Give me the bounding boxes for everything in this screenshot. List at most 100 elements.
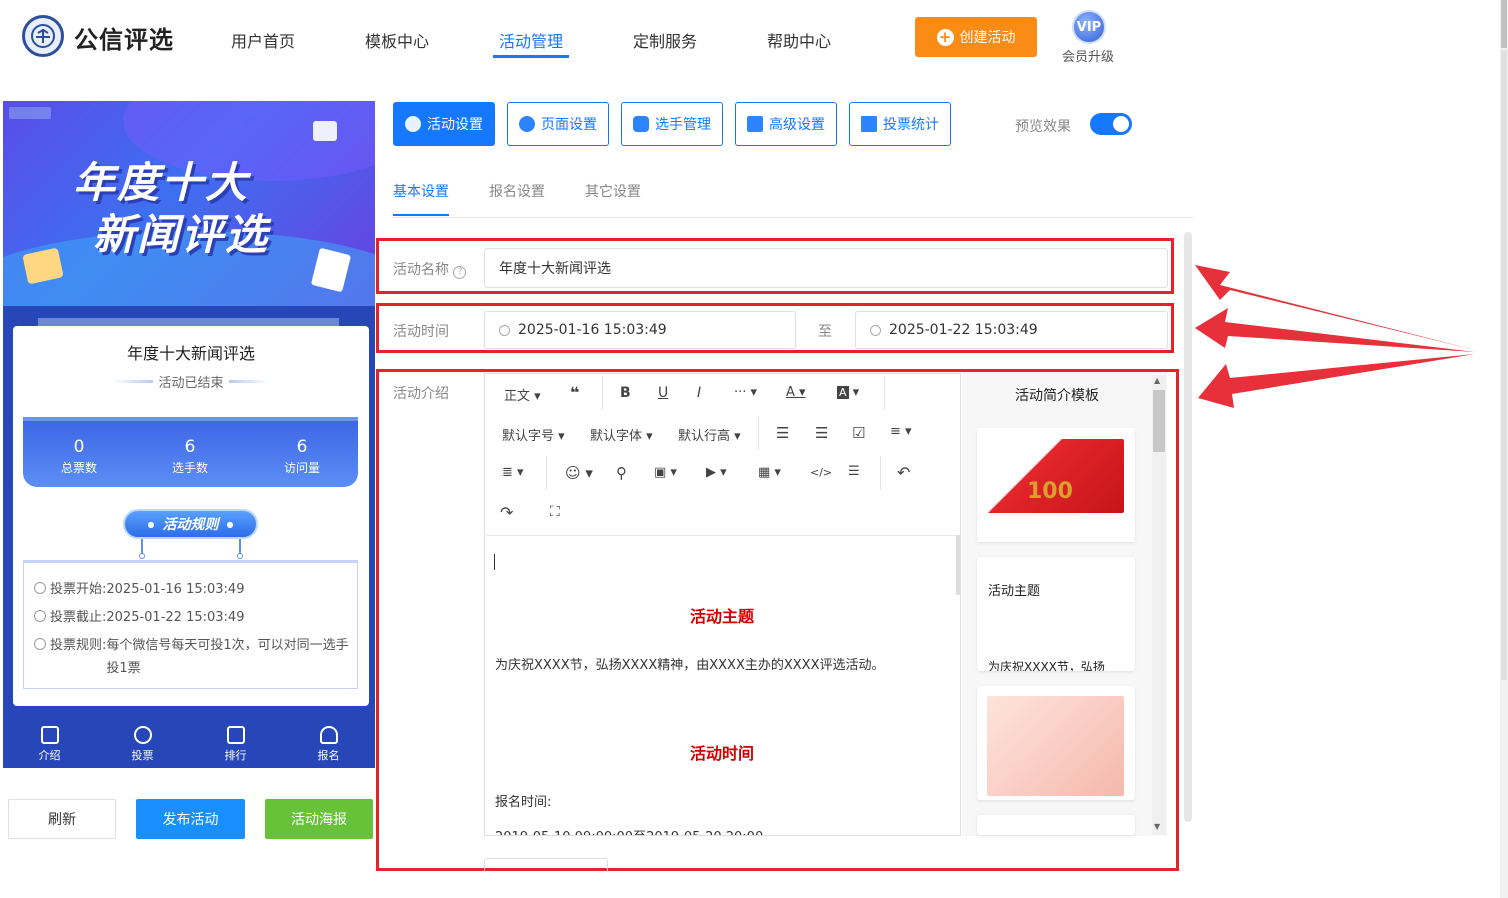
quote-icon[interactable]: ❝: [570, 383, 579, 402]
top-header: 公信评选 用户首页 模板中心 活动管理 定制服务 帮助中心 + 创建活动 VIP…: [0, 0, 1500, 80]
link-icon[interactable]: ⚲: [616, 464, 627, 482]
font-size-dropdown[interactable]: 默认字号 ▾: [502, 425, 565, 444]
redo-icon[interactable]: ↷: [500, 503, 513, 522]
help-icon: ?: [453, 266, 467, 279]
nav-home[interactable]: 用户首页: [231, 28, 295, 52]
page-scrollbar-thumb[interactable]: [1501, 0, 1507, 48]
activity-intro-label: 活动介绍: [393, 386, 449, 402]
font-color-icon[interactable]: A ▾: [786, 385, 806, 400]
preview-effect-label: 预览效果: [1015, 119, 1071, 135]
activity-rules-button[interactable]: ● 活动规则 ●: [123, 509, 258, 539]
nav-activity-management[interactable]: 活动管理: [499, 28, 563, 52]
template-card-1[interactable]: 100: [977, 428, 1135, 542]
banner-title-line2: 新闻评选: [93, 210, 270, 259]
phone-nav-ranking[interactable]: 排行: [189, 720, 282, 768]
font-family-dropdown[interactable]: 默认字体 ▾: [590, 425, 653, 444]
rule-vote-rule: 投票规则: 每个微信号每天可投1次，可以对同一选手投1票: [34, 634, 352, 680]
users-icon: [633, 116, 649, 132]
sliders-icon: [747, 116, 763, 132]
logo-icon[interactable]: [22, 15, 64, 57]
video-icon[interactable]: ▶ ▾: [706, 465, 727, 480]
clock-icon: [870, 324, 881, 336]
nav-custom-service[interactable]: 定制服务: [633, 28, 697, 52]
template-card-2-text: 为庆祝XXXX节，弘扬: [988, 660, 1105, 671]
activity-poster-button[interactable]: 活动海报: [265, 799, 373, 839]
more-icon[interactable]: ··· ▾: [734, 385, 757, 400]
template-card-4[interactable]: [977, 815, 1135, 835]
underline-icon[interactable]: U: [658, 385, 668, 401]
banner-blur-tag: [9, 107, 51, 119]
vip-icon[interactable]: VIP: [1072, 10, 1106, 44]
editor-content-area[interactable]: 活动主题 为庆祝XXXX节，弘扬XXXX精神，由XXXX主办的XXXX评选活动。…: [486, 535, 958, 835]
start-time-input[interactable]: 2025-01-16 15:03:49: [484, 311, 796, 349]
bulleted-list-icon[interactable]: ☰: [776, 424, 789, 442]
bar-chart-icon: [861, 116, 877, 132]
annotation-arrows: [1195, 265, 1475, 408]
content-signup-time-value: 2019-05-10 09:00:00至2019-05-20 20:00: [495, 826, 763, 835]
star-icon: [405, 116, 421, 132]
todo-list-icon[interactable]: ☑: [852, 424, 865, 442]
tab-contestant-management[interactable]: 选手管理: [621, 102, 723, 146]
page-scrollbar-track-segment: [1501, 50, 1507, 680]
bold-icon[interactable]: B: [620, 385, 631, 401]
template-panel-scrollbar-thumb[interactable]: [1153, 390, 1165, 452]
phone-nav-vote[interactable]: 投票: [96, 720, 189, 768]
vote-icon: [133, 725, 152, 744]
table-icon[interactable]: ▦ ▾: [758, 465, 781, 480]
italic-icon[interactable]: I: [697, 385, 701, 401]
phone-nav-signup[interactable]: 报名: [282, 720, 375, 768]
clock-icon: [34, 610, 46, 622]
tab-vote-statistics[interactable]: 投票统计: [849, 102, 951, 146]
line-height-dropdown[interactable]: 默认行高 ▾: [678, 425, 741, 444]
rules-box: 投票开始:2025-01-16 15:03:49 投票截止:2025-01-22…: [23, 560, 358, 689]
paragraph-format-dropdown[interactable]: 正文 ▾: [504, 385, 541, 404]
create-activity-label: 创建活动: [959, 30, 1016, 46]
template-panel-title: 活动简介模板: [1015, 388, 1099, 404]
emoji-icon[interactable]: ☺ ▾: [565, 464, 593, 482]
next-field-input-partial[interactable]: [484, 858, 608, 872]
image-icon[interactable]: ▣ ▾: [654, 465, 677, 480]
phone-nav-intro[interactable]: 介绍: [3, 720, 96, 768]
scroll-up-icon[interactable]: ▲: [1154, 376, 1160, 385]
vip-upgrade-label[interactable]: 会员升级: [1062, 46, 1114, 65]
fullscreen-icon[interactable]: ⛶: [550, 504, 560, 520]
stat-total-votes: 0 总票数: [60, 437, 97, 475]
video-sticker-icon: [313, 121, 337, 141]
undo-icon[interactable]: ↶: [897, 463, 910, 482]
tab-page-settings[interactable]: 页面设置: [507, 102, 609, 146]
toolbar-separator: [884, 376, 885, 410]
subtab-active-underline: [393, 214, 449, 216]
end-time-input[interactable]: 2025-01-22 15:03:49: [855, 311, 1168, 349]
indent-icon[interactable]: ≣ ▾: [502, 465, 524, 480]
template-card-3[interactable]: [977, 686, 1135, 800]
user-icon: [319, 725, 338, 744]
nav-templates[interactable]: 模板中心: [365, 28, 429, 52]
template-card-2[interactable]: 活动主题 为庆祝XXXX节，弘扬: [977, 557, 1135, 671]
refresh-button[interactable]: 刷新: [8, 799, 116, 839]
editor-scrollbar[interactable]: [956, 535, 960, 595]
activity-name-input[interactable]: 年度十大新闻评选: [484, 248, 1168, 288]
numbered-list-icon[interactable]: ☰: [815, 424, 828, 442]
content-heading-time: 活动时间: [689, 744, 754, 763]
nav-help-center[interactable]: 帮助中心: [767, 28, 831, 52]
tab-activity-settings[interactable]: 活动设置: [393, 102, 495, 146]
scroll-down-icon[interactable]: ▼: [1154, 822, 1160, 831]
subtab-basic-settings[interactable]: 基本设置: [393, 181, 449, 201]
bar-chart-icon: [226, 725, 245, 744]
subtab-signup-settings[interactable]: 报名设置: [489, 181, 545, 201]
align-icon[interactable]: ≡ ▾: [890, 424, 912, 439]
stat-contestants: 6 选手数: [171, 437, 208, 475]
code-icon[interactable]: </>: [810, 466, 832, 479]
preview-toggle[interactable]: [1090, 113, 1132, 135]
toolbar-separator: [602, 376, 603, 410]
create-activity-button[interactable]: + 创建活动: [915, 17, 1037, 57]
divider-icon[interactable]: ☰: [848, 464, 860, 479]
subtab-other-settings[interactable]: 其它设置: [585, 181, 641, 201]
logo-text[interactable]: 公信评选: [74, 20, 174, 55]
content-heading-theme: 活动主题: [689, 607, 754, 626]
rule-vote-end: 投票截止:2025-01-22 15:03:49: [34, 606, 244, 629]
publish-activity-button[interactable]: 发布活动: [136, 799, 245, 839]
background-color-icon[interactable]: A ▾: [837, 385, 859, 400]
info-icon: [34, 638, 46, 650]
tab-advanced-settings[interactable]: 高级设置: [735, 102, 837, 146]
